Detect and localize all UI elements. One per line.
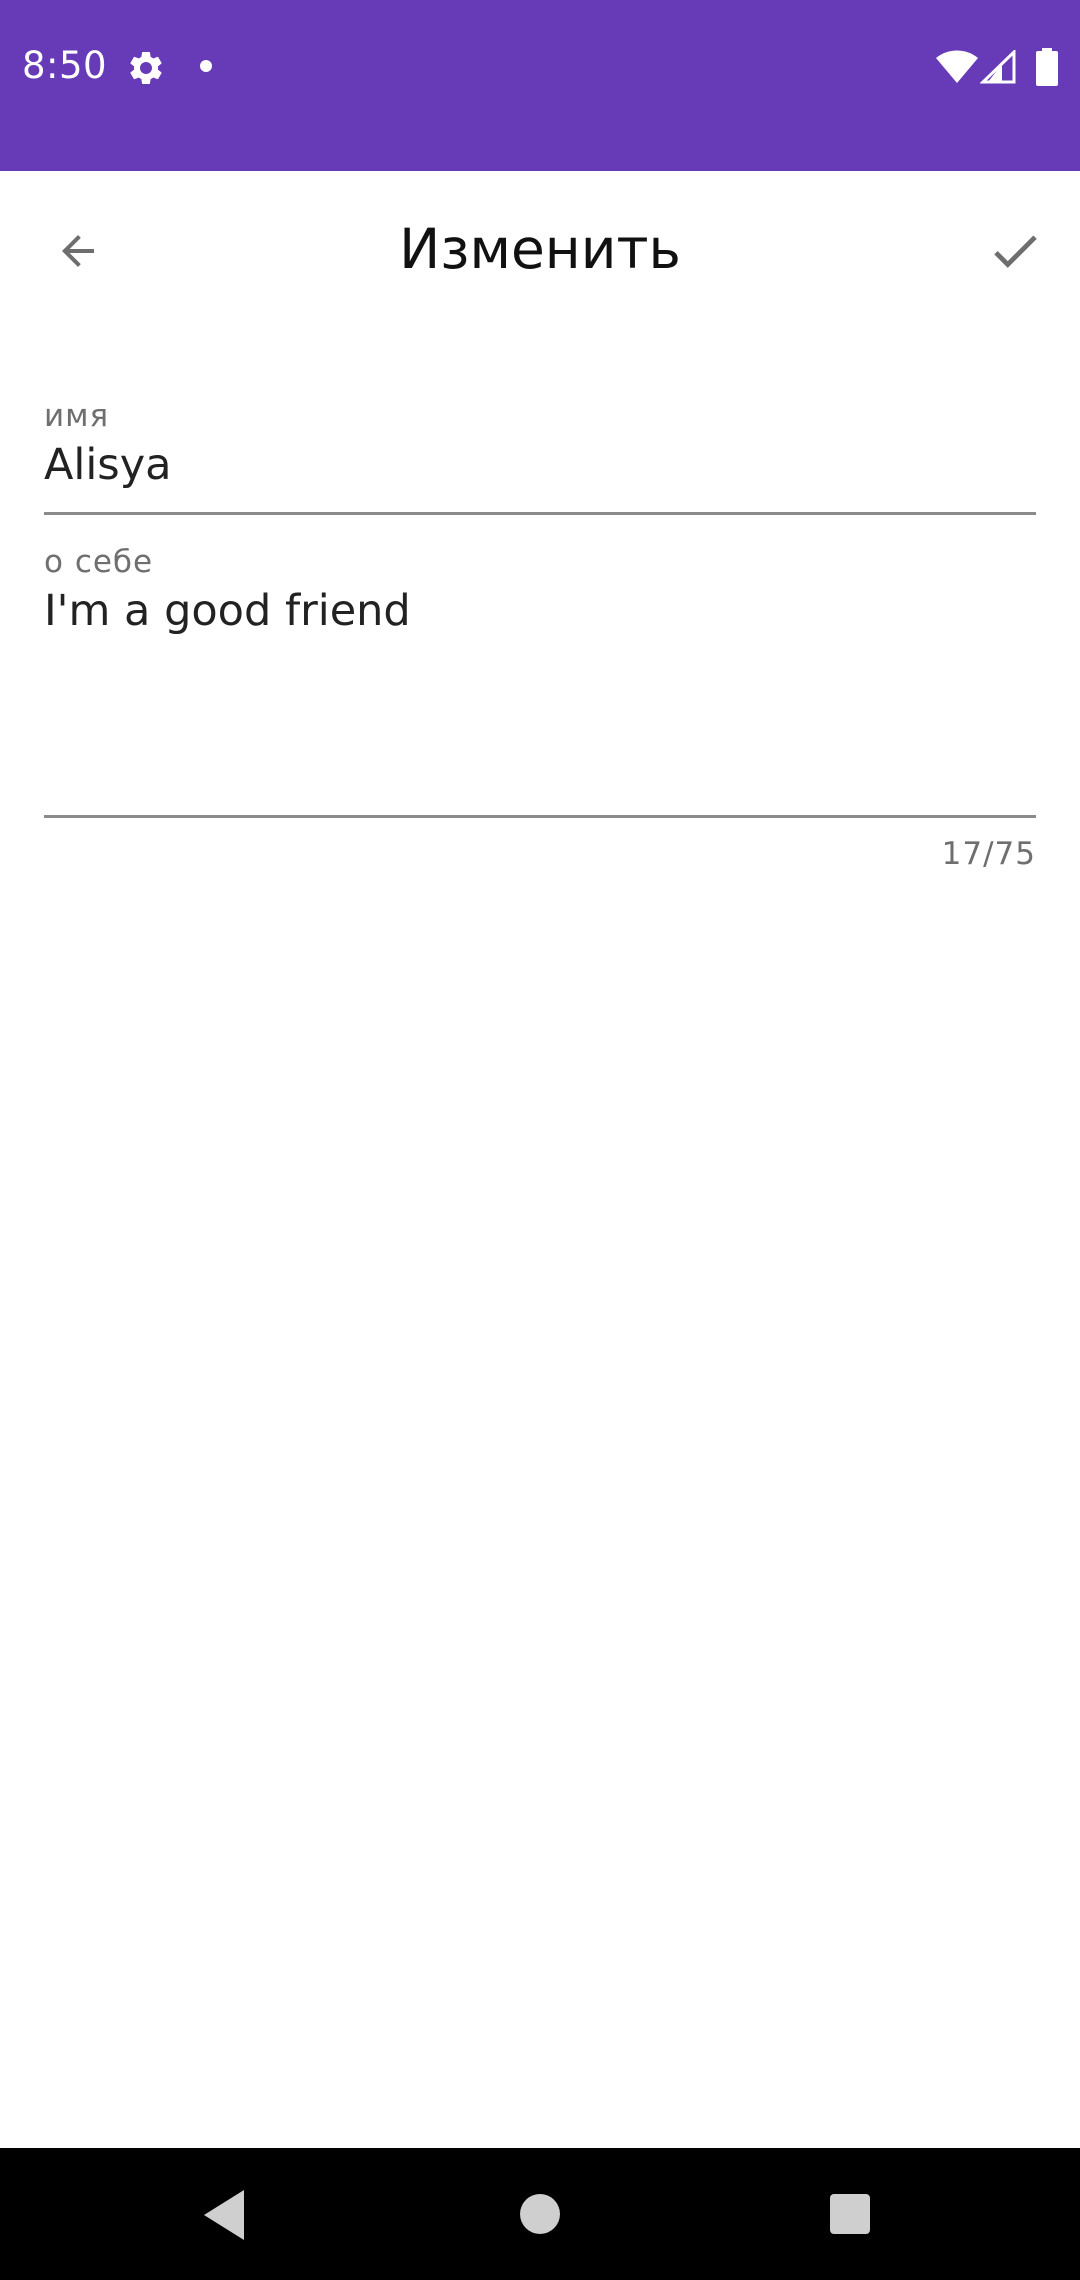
about-field-label: о себе: [44, 544, 154, 580]
page-title: Изменить: [399, 217, 681, 281]
about-input[interactable]: I'm a good friend: [44, 586, 411, 636]
wifi-icon: [936, 50, 978, 83]
name-field-label: имя: [44, 398, 110, 434]
signal-icon: [980, 50, 1016, 84]
gear-icon: [130, 51, 162, 84]
nav-home-icon[interactable]: [520, 2194, 560, 2234]
nav-back-icon[interactable]: [204, 2190, 244, 2240]
name-field-underline: [44, 512, 1036, 515]
about-field-underline: [44, 815, 1036, 818]
confirm-button[interactable]: [975, 211, 1055, 291]
notification-dot-icon: [200, 60, 212, 72]
battery-icon: [1036, 48, 1058, 86]
status-bar: 8:50: [0, 0, 1080, 171]
status-time: 8:50: [22, 44, 108, 87]
character-counter: 17/75: [941, 836, 1036, 872]
check-icon: [994, 235, 1037, 268]
app-bar: Изменить: [0, 171, 1080, 331]
name-input[interactable]: Alisya: [44, 440, 172, 490]
nav-recents-icon[interactable]: [830, 2194, 870, 2234]
navigation-bar: [0, 2148, 1080, 2280]
